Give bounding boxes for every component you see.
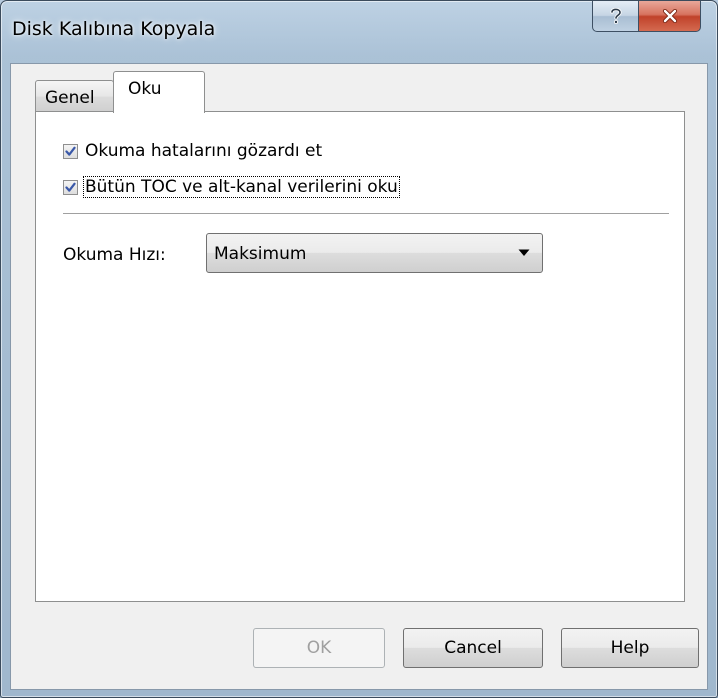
read-toc-subchannel-checkbox[interactable] xyxy=(63,179,78,195)
tab-genel-label: Genel xyxy=(45,88,95,108)
ok-button[interactable]: OK xyxy=(253,628,385,668)
cancel-button[interactable]: Cancel xyxy=(403,628,543,668)
dialog-window: Disk Kalıbına Kopyala Genel Oku Okuma ha… xyxy=(0,0,718,698)
check-mark-icon xyxy=(65,146,76,156)
check-mark-icon xyxy=(65,182,76,192)
window-title: Disk Kalıbına Kopyala xyxy=(12,18,216,40)
cancel-button-label: Cancel xyxy=(444,638,502,658)
help-button[interactable]: Help xyxy=(561,628,699,668)
close-caption-button[interactable] xyxy=(639,1,701,32)
dialog-client-area: Genel Oku Okuma hatalarını gözardı et Bü… xyxy=(10,63,708,690)
read-speed-dropdown[interactable]: Maksimum xyxy=(206,233,543,273)
help-caption-button[interactable] xyxy=(592,1,639,32)
oku-tab-panel: Okuma hatalarını gözardı et Bütün TOC ve… xyxy=(35,111,685,602)
dropdown-arrow-icon xyxy=(518,249,530,256)
caption-buttons xyxy=(592,1,701,33)
separator xyxy=(63,213,669,215)
ignore-read-errors-option[interactable]: Okuma hatalarını gözardı et xyxy=(63,141,323,161)
ignore-read-errors-label: Okuma hatalarını gözardı et xyxy=(85,141,323,161)
tab-oku-label: Oku xyxy=(128,79,162,99)
tab-oku[interactable]: Oku xyxy=(113,71,205,113)
title-bar[interactable]: Disk Kalıbına Kopyala xyxy=(1,1,717,63)
read-speed-value: Maksimum xyxy=(214,244,307,264)
read-toc-subchannel-label: Bütün TOC ve alt-kanal verilerini oku xyxy=(83,176,400,198)
ok-button-label: OK xyxy=(306,638,332,658)
question-mark-icon xyxy=(609,7,622,24)
help-button-label: Help xyxy=(610,638,650,658)
close-icon xyxy=(662,9,677,23)
tab-genel[interactable]: Genel xyxy=(35,80,114,112)
ignore-read-errors-checkbox[interactable] xyxy=(63,143,78,159)
read-toc-subchannel-option[interactable]: Bütün TOC ve alt-kanal verilerini oku xyxy=(63,176,400,198)
read-speed-label: Okuma Hızı: xyxy=(63,245,166,265)
